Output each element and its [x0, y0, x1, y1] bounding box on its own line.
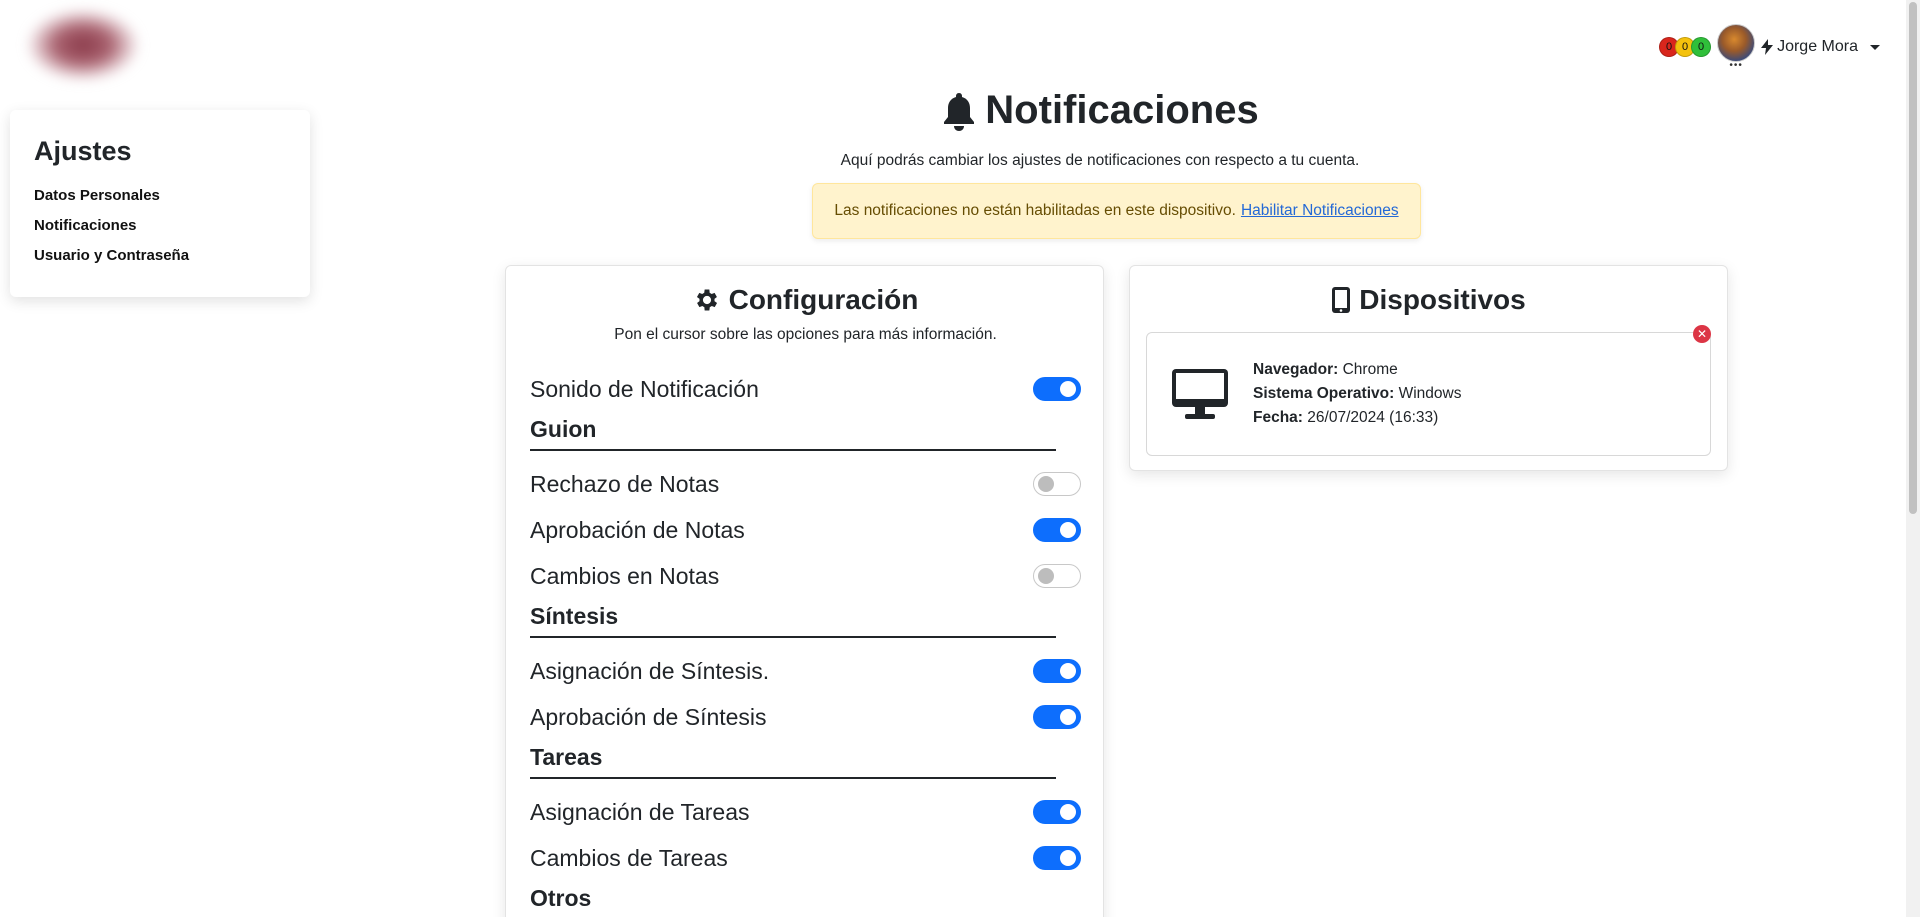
devices-title: Dispositivos	[1359, 284, 1526, 315]
avatar-container[interactable]: •••	[1717, 24, 1756, 71]
avatar[interactable]	[1717, 24, 1756, 62]
section-guion: Guion	[530, 416, 1056, 451]
setting-row-asignacion-tareas[interactable]: Asignación de Tareas	[530, 789, 1081, 835]
section-tareas: Tareas	[530, 744, 1056, 779]
setting-label: Aprobación de Síntesis	[530, 703, 767, 730]
cambios-tareas-toggle[interactable]	[1033, 846, 1081, 870]
user-toolbar: 0 0 0 ••• Jorge Mora	[1659, 24, 1880, 71]
sidebar-item-datos-personales[interactable]: Datos Personales	[34, 187, 286, 204]
setting-label: Rechazo de Notas	[530, 470, 720, 497]
cambios-notas-toggle[interactable]	[1033, 564, 1081, 588]
setting-row-aprobacion-notas[interactable]: Aprobación de Notas	[530, 507, 1081, 553]
counter-green-badge[interactable]: 0	[1691, 37, 1712, 57]
aprobacion-sintesis-toggle[interactable]	[1033, 705, 1081, 729]
page-header: Notificaciones Aquí podrás cambiar los a…	[400, 88, 1800, 170]
setting-row-cambios-tareas[interactable]: Cambios de Tareas	[530, 835, 1081, 881]
page-title-wrap: Notificaciones	[941, 88, 1259, 133]
setting-row-rechazo-notas[interactable]: Rechazo de Notas	[530, 461, 1081, 507]
sidebar-item-usuario-contrasena[interactable]: Usuario y Contraseña	[34, 247, 286, 264]
sidebar-item-notificaciones[interactable]: Notificaciones	[34, 217, 286, 234]
gear-icon	[696, 289, 717, 311]
aprobacion-notas-toggle[interactable]	[1033, 518, 1081, 542]
rechazo-notas-toggle[interactable]	[1033, 472, 1081, 496]
bolt-icon	[1761, 39, 1774, 55]
notification-alert: Las notificaciones no están habilitadas …	[812, 183, 1421, 239]
device-info: Navegador: Chrome Sistema Operativo: Win…	[1253, 358, 1461, 430]
page-title: Notificaciones	[985, 88, 1259, 132]
setting-label: Cambios en Notas	[530, 562, 720, 589]
device-item: Navegador: Chrome Sistema Operativo: Win…	[1146, 325, 1711, 456]
status-counters: 0 0 0	[1659, 37, 1712, 57]
setting-label: Aprobación de Notas	[530, 516, 745, 543]
chevron-down-icon	[1870, 44, 1880, 50]
page-subtitle: Aquí podrás cambiar los ajustes de notif…	[840, 151, 1360, 169]
page-scrollbar[interactable]	[1906, 0, 1920, 917]
settings-sidebar: Ajustes Datos Personales Notificaciones …	[10, 110, 310, 297]
device-browser: Navegador: Chrome	[1253, 361, 1398, 378]
scrollbar-thumb[interactable]	[1909, 2, 1917, 514]
brand-logo[interactable]	[28, 10, 138, 80]
setting-row-aprobacion-sintesis[interactable]: Aprobación de Síntesis	[530, 694, 1081, 740]
setting-row-cambios-notas[interactable]: Cambios en Notas	[530, 553, 1081, 599]
close-icon[interactable]: ✕	[1693, 325, 1711, 343]
section-otros: Otros	[530, 885, 1056, 917]
sidebar-title: Ajustes	[34, 136, 132, 166]
config-title: Configuración	[728, 284, 919, 315]
config-title-wrap: Configuración	[530, 284, 1081, 316]
asignacion-tareas-toggle[interactable]	[1033, 800, 1081, 824]
setting-row-sonido[interactable]: Sonido de Notificación	[530, 366, 1081, 412]
desktop-icon	[1172, 369, 1228, 419]
asignacion-sintesis-toggle[interactable]	[1033, 659, 1081, 683]
user-menu-toggle[interactable]: Jorge Mora	[1761, 38, 1880, 56]
bell-icon	[944, 92, 975, 131]
config-subtitle: Pon el cursor sobre las opciones para má…	[614, 326, 997, 343]
section-sintesis: Síntesis	[530, 603, 1056, 638]
sonido-toggle[interactable]	[1033, 377, 1081, 401]
config-card: Configuración Pon el cursor sobre las op…	[505, 265, 1104, 917]
device-os: Sistema Operativo: Windows	[1253, 385, 1462, 402]
avatar-dots: •••	[1729, 60, 1743, 71]
mobile-icon	[1332, 287, 1351, 313]
setting-label: Cambios de Tareas	[530, 844, 728, 871]
enable-notifications-link[interactable]: Habilitar Notificaciones	[1241, 202, 1399, 220]
setting-row-asignacion-sintesis[interactable]: Asignación de Síntesis.	[530, 648, 1081, 694]
username-label: Jorge Mora	[1777, 38, 1858, 55]
setting-label: Sonido de Notificación	[530, 375, 759, 402]
device-date: Fecha: 26/07/2024 (16:33)	[1253, 409, 1439, 426]
devices-card: Dispositivos Navegador: Chrome Sistema O…	[1129, 265, 1728, 471]
setting-label: Asignación de Tareas	[530, 798, 750, 825]
setting-label: Asignación de Síntesis.	[530, 657, 770, 684]
alert-text: Las notificaciones no están habilitadas …	[834, 202, 1236, 219]
devices-title-wrap: Dispositivos	[1146, 284, 1711, 316]
